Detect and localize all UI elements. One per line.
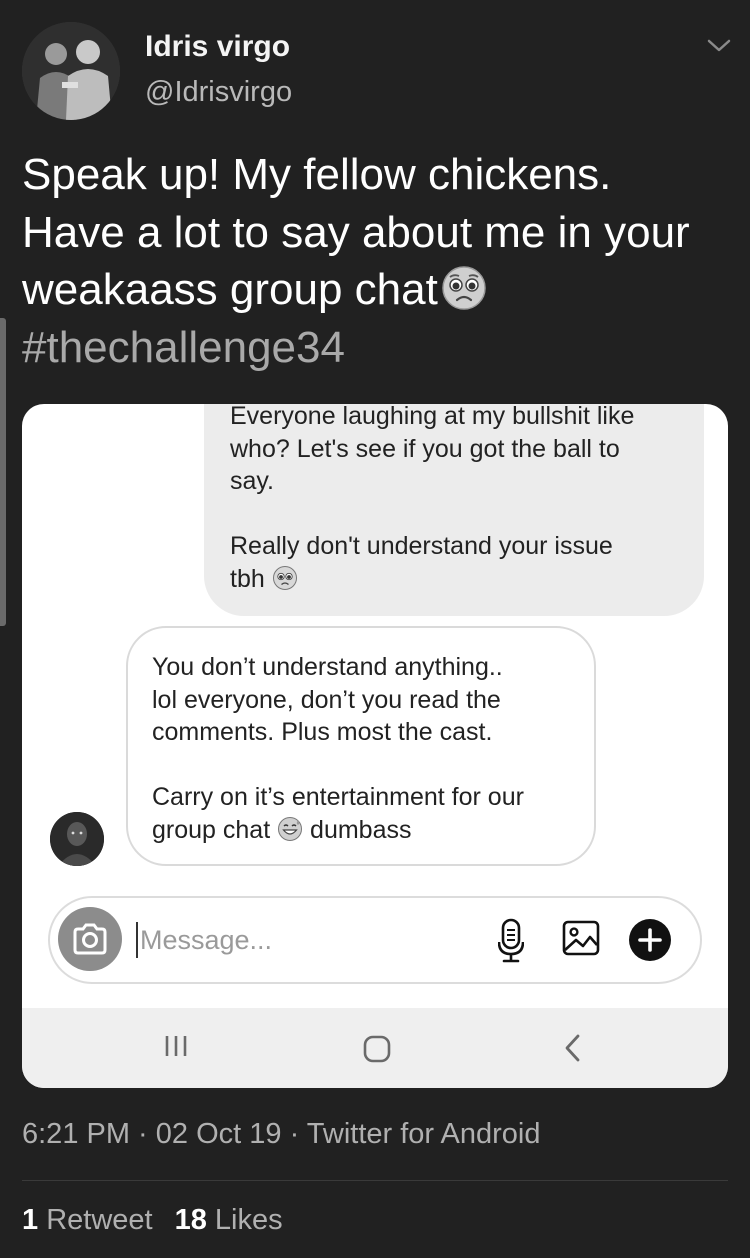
camera-icon	[73, 923, 107, 955]
scroll-indicator[interactable]	[0, 318, 6, 626]
received-message-tail: dumbass	[310, 815, 412, 844]
display-name[interactable]: Idris virgo	[145, 30, 290, 64]
microphone-icon[interactable]	[498, 918, 524, 964]
tweet-stats: 1 Retweet 18 Likes	[22, 1204, 283, 1237]
retweet-count[interactable]: 1	[22, 1204, 38, 1236]
message-input[interactable]	[140, 920, 440, 960]
dm-screenshot-image[interactable]: Everyone laughing at my bullshit like wh…	[22, 404, 728, 1088]
tweet-text-line: Have a lot to say about me in your	[22, 207, 690, 257]
back-icon[interactable]	[562, 1032, 584, 1064]
chevron-down-icon[interactable]	[706, 36, 732, 56]
like-label[interactable]: Likes	[215, 1204, 283, 1236]
plus-circle-icon[interactable]	[628, 918, 672, 962]
tweet-text-line: Speak up! My fellow chickens.	[22, 150, 612, 199]
hashtag-link[interactable]: #thechallenge34	[22, 319, 734, 377]
tweet-text-line: weakaass group chat	[22, 261, 734, 319]
avatar[interactable]	[22, 22, 120, 120]
recent-apps-icon[interactable]	[162, 1032, 190, 1060]
home-icon[interactable]	[362, 1034, 392, 1064]
image-icon[interactable]	[562, 920, 600, 956]
camera-button[interactable]	[58, 907, 122, 971]
text-cursor	[136, 922, 138, 958]
tweet-text-fragment: weakaass group chat	[22, 265, 438, 314]
like-count[interactable]: 18	[175, 1204, 207, 1236]
divider	[22, 1180, 728, 1181]
tweet-timestamp[interactable]: 6:21 PM · 02 Oct 19 · Twitter for Androi…	[22, 1118, 540, 1151]
user-handle[interactable]: @Idrisvirgo	[145, 76, 292, 109]
grinning-sweat-emoji-icon	[278, 816, 303, 841]
received-message-text: You don’t understand anything.. lol ever…	[152, 651, 592, 846]
pleading-face-emoji-icon	[272, 565, 297, 590]
contact-avatar[interactable]	[50, 812, 104, 866]
sent-message-text: Everyone laughing at my bullshit like wh…	[230, 404, 700, 595]
tweet-text: Speak up! My fellow chickens. Have a lot…	[22, 146, 734, 376]
retweet-label[interactable]: Retweet	[46, 1204, 152, 1236]
pleading-face-emoji-icon	[442, 266, 486, 310]
